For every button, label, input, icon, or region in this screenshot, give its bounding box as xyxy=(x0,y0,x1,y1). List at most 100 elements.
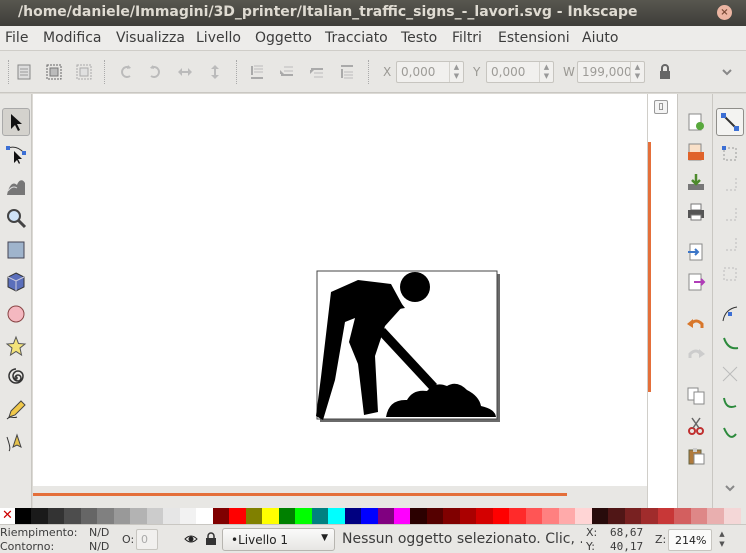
color-swatch[interactable] xyxy=(509,508,527,524)
import-button[interactable] xyxy=(684,240,708,264)
snap-smooth-button[interactable] xyxy=(716,390,744,418)
x-input[interactable]: 0,000 ▲ ▼ xyxy=(396,61,464,83)
color-swatch[interactable] xyxy=(641,508,659,524)
toggle-visibility-button[interactable] xyxy=(184,531,198,550)
color-swatch[interactable] xyxy=(15,508,32,524)
color-swatch[interactable] xyxy=(723,508,741,524)
color-swatch[interactable] xyxy=(707,508,725,524)
color-swatch[interactable] xyxy=(146,508,164,524)
color-swatch[interactable] xyxy=(377,508,395,524)
print-button[interactable] xyxy=(684,200,708,224)
color-swatch[interactable] xyxy=(163,508,181,524)
color-swatch[interactable] xyxy=(542,508,560,524)
snap-toggle-button[interactable] xyxy=(716,108,744,136)
color-swatch[interactable] xyxy=(476,508,494,524)
color-swatch[interactable] xyxy=(64,508,82,524)
vertical-scrollbar[interactable]: ▯ xyxy=(647,94,677,508)
save-button[interactable] xyxy=(684,170,708,194)
layer-selector[interactable]: •Livello 1 ▼ xyxy=(222,528,335,551)
color-swatch[interactable] xyxy=(575,508,593,524)
color-swatch[interactable] xyxy=(311,508,329,524)
color-swatch[interactable] xyxy=(410,508,428,524)
snap-bbox-corner-button[interactable] xyxy=(716,200,744,228)
color-swatch[interactable] xyxy=(624,508,642,524)
open-file-button[interactable] xyxy=(684,140,708,164)
zoom-input[interactable]: 214% xyxy=(668,529,712,551)
menu-oggetto[interactable]: Oggetto xyxy=(255,30,312,46)
rotate-cw-icon[interactable] xyxy=(145,62,165,82)
color-swatch[interactable] xyxy=(31,508,49,524)
snap-bbox-center-button[interactable] xyxy=(716,260,744,288)
undo-button[interactable] xyxy=(684,312,708,336)
y-input[interactable]: 0,000 ▲ ▼ xyxy=(486,61,554,83)
color-swatch[interactable] xyxy=(608,508,626,524)
color-swatch[interactable] xyxy=(690,508,708,524)
color-swatch[interactable] xyxy=(80,508,98,524)
lock-guides-icon[interactable]: ▯ xyxy=(654,100,668,114)
snap-intersection-button[interactable] xyxy=(716,360,744,388)
snap-midpoint-button[interactable] xyxy=(716,420,744,448)
cut-button[interactable] xyxy=(684,414,708,438)
box3d-tool[interactable] xyxy=(2,268,30,296)
snap-path-button[interactable] xyxy=(716,330,744,358)
snap-bbox-button[interactable] xyxy=(716,140,744,168)
color-swatch[interactable] xyxy=(47,508,65,524)
color-swatch[interactable] xyxy=(295,508,313,524)
menu-visualizza[interactable]: Visualizza xyxy=(116,30,185,46)
menu-livello[interactable]: Livello xyxy=(196,30,241,46)
no-paint-swatch[interactable]: ✕ xyxy=(0,508,15,524)
x-spin-arrows[interactable]: ▲ ▼ xyxy=(449,62,463,82)
color-swatch[interactable] xyxy=(196,508,214,524)
color-swatch[interactable] xyxy=(229,508,247,524)
y-spin-arrows[interactable]: ▲ ▼ xyxy=(539,62,553,82)
zoom-tool[interactable] xyxy=(2,204,30,232)
deselect-icon[interactable] xyxy=(74,62,94,82)
color-swatch[interactable] xyxy=(426,508,444,524)
color-swatch[interactable] xyxy=(245,508,263,524)
star-tool[interactable] xyxy=(2,332,30,360)
color-swatch[interactable] xyxy=(113,508,131,524)
stroke-value[interactable]: N/D xyxy=(89,540,109,553)
color-swatch[interactable] xyxy=(278,508,296,524)
tweak-tool[interactable] xyxy=(2,172,30,200)
color-swatch[interactable] xyxy=(328,508,346,524)
menu-filtri[interactable]: Filtri xyxy=(452,30,482,46)
spiral-tool[interactable] xyxy=(2,364,30,392)
color-swatch[interactable] xyxy=(393,508,411,524)
color-swatch[interactable] xyxy=(361,508,379,524)
paste-button[interactable] xyxy=(684,444,708,468)
snap-bbox-midpoint-button[interactable] xyxy=(716,230,744,258)
select-all-layers-icon[interactable] xyxy=(44,62,64,82)
color-swatch[interactable] xyxy=(459,508,477,524)
flip-horizontal-icon[interactable] xyxy=(175,62,195,82)
color-swatch[interactable] xyxy=(674,508,692,524)
pen-tool[interactable] xyxy=(2,428,30,456)
vertical-scroll-thumb[interactable] xyxy=(648,142,651,392)
lower-icon[interactable] xyxy=(277,62,297,82)
menu-estensioni[interactable]: Estensioni xyxy=(498,30,570,46)
color-swatch[interactable] xyxy=(492,508,510,524)
zoom-spin-arrows[interactable]: ▲ ▼ xyxy=(714,529,730,551)
horizontal-scroll-thumb[interactable] xyxy=(33,493,567,496)
w-input[interactable]: 199,000 ▲ ▼ xyxy=(577,61,645,83)
menu-aiuto[interactable]: Aiuto xyxy=(582,30,618,46)
rectangle-tool[interactable] xyxy=(2,236,30,264)
node-tool[interactable] xyxy=(2,140,30,168)
menu-testo[interactable]: Testo xyxy=(401,30,437,46)
color-swatch[interactable] xyxy=(344,508,362,524)
menu-tracciato[interactable]: Tracciato xyxy=(325,30,388,46)
color-swatch[interactable] xyxy=(657,508,675,524)
raise-to-top-icon[interactable] xyxy=(337,62,357,82)
horizontal-scrollbar[interactable] xyxy=(33,486,647,508)
color-swatch[interactable] xyxy=(558,508,576,524)
lock-ratio-icon[interactable] xyxy=(655,62,675,82)
export-button[interactable] xyxy=(684,270,708,294)
color-swatch[interactable] xyxy=(443,508,461,524)
select-all-icon[interactable] xyxy=(14,62,34,82)
snapbar-overflow-button[interactable] xyxy=(716,474,744,502)
flip-vertical-icon[interactable] xyxy=(205,62,225,82)
color-swatch[interactable] xyxy=(97,508,115,524)
snap-nodes-button[interactable] xyxy=(716,300,744,328)
opacity-input[interactable]: 0 xyxy=(136,529,158,550)
redo-button[interactable] xyxy=(684,342,708,366)
